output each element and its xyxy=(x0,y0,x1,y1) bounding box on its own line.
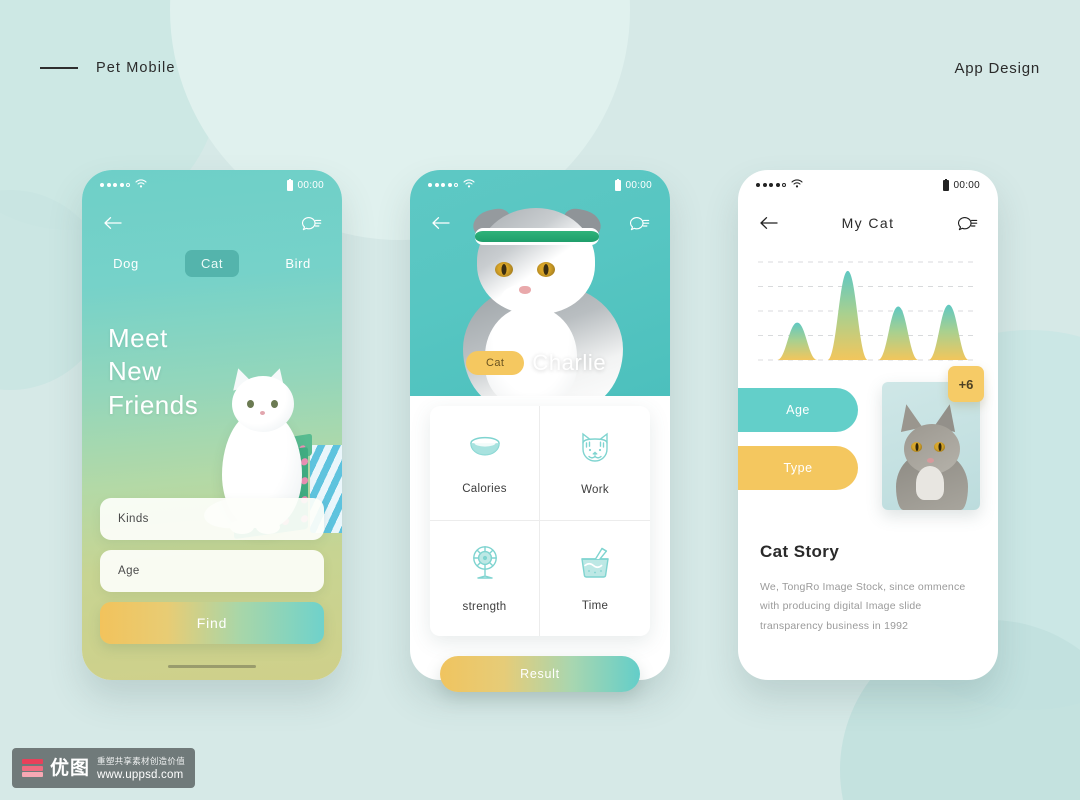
chat-icon[interactable] xyxy=(956,211,980,235)
phone-screen-3: 00:00 My Cat Age Type +6 Cat Story We, T… xyxy=(738,170,998,680)
screen2-navbar xyxy=(410,206,670,240)
pet-type-badge[interactable]: Cat xyxy=(466,351,525,375)
watermark-slogan: 重塑共享素材创造价值 xyxy=(97,756,186,766)
hero-line-2: New xyxy=(108,356,162,387)
page-title: Pet Mobile xyxy=(96,60,176,76)
chat-icon[interactable] xyxy=(300,211,324,235)
signal-icon xyxy=(756,183,786,187)
signal-icon xyxy=(100,183,130,187)
watermark-url: www.uppsd.com xyxy=(97,769,184,781)
uppsd-logo-icon xyxy=(22,759,43,777)
food-bowl-icon xyxy=(465,432,505,469)
status-time: 00:00 xyxy=(297,179,324,191)
hero-line-1: Meet xyxy=(108,323,168,353)
screen3-navbar: My Cat xyxy=(738,206,998,240)
tab-bird[interactable]: Bird xyxy=(269,250,327,277)
tab-dog[interactable]: Dog xyxy=(97,250,155,277)
battery-icon xyxy=(287,178,294,191)
dash-icon xyxy=(40,67,78,69)
watermark-logo-text: 优图 xyxy=(50,757,91,779)
chart-peak xyxy=(827,270,868,360)
pet-type-tabs: Dog Cat Bird xyxy=(82,250,342,277)
back-button[interactable] xyxy=(100,211,124,235)
wifi-icon xyxy=(135,179,147,191)
find-button[interactable]: Find xyxy=(100,602,324,644)
activity-chart xyxy=(752,256,984,372)
tag-type[interactable]: Type xyxy=(738,446,858,490)
chart-peak xyxy=(878,306,919,360)
battery-icon xyxy=(615,178,622,191)
pet-name-row: Cat Charlie xyxy=(410,350,670,376)
chat-icon[interactable] xyxy=(628,211,652,235)
pet-name: Charlie xyxy=(532,350,607,375)
status-bar: 00:00 xyxy=(82,170,342,200)
brand: Pet Mobile xyxy=(40,60,176,76)
phone-screen-2: 00:00 Cat Charlie Calories Work strength… xyxy=(410,170,670,692)
page-header: Pet Mobile App Design xyxy=(40,52,1040,84)
screen-title: My Cat xyxy=(841,215,895,231)
chart-peak xyxy=(777,322,818,360)
tag-age[interactable]: Age xyxy=(738,388,858,432)
watermark: 优图 重塑共享素材创造价值 www.uppsd.com xyxy=(12,748,196,788)
photo-count-badge[interactable]: +6 xyxy=(948,366,984,402)
phone-screen-1: 00:00 Dog Cat Bird Meet New Friends Kind… xyxy=(82,170,342,680)
phone-mockups: 00:00 Dog Cat Bird Meet New Friends Kind… xyxy=(0,170,1080,692)
status-time: 00:00 xyxy=(953,179,980,191)
wifi-icon xyxy=(791,179,803,191)
screen1-navbar xyxy=(82,206,342,240)
stat-calories[interactable]: Calories xyxy=(430,406,540,521)
cat-face-icon xyxy=(575,431,615,470)
status-bar: 00:00 xyxy=(410,170,670,200)
kinds-input[interactable]: Kinds xyxy=(100,498,324,540)
status-time: 00:00 xyxy=(625,179,652,191)
back-button[interactable] xyxy=(428,211,452,235)
age-input[interactable]: Age xyxy=(100,550,324,592)
stat-label: Work xyxy=(581,483,609,496)
tabby-cat-photo xyxy=(886,398,976,510)
litter-scoop-icon xyxy=(575,545,615,586)
filter-tags: Age Type xyxy=(738,388,858,504)
chart-peaks xyxy=(777,270,969,360)
stat-label: Time xyxy=(581,600,609,612)
home-indicator xyxy=(168,664,256,668)
stat-work[interactable]: Work xyxy=(540,406,650,521)
back-button[interactable] xyxy=(756,211,780,235)
wifi-icon xyxy=(463,179,475,191)
result-button[interactable]: Result xyxy=(440,656,640,692)
hero-headline: Meet New Friends xyxy=(108,322,198,422)
stats-card: Calories Work strength Time xyxy=(430,406,650,636)
stat-label: Calories xyxy=(462,482,507,495)
header-category-label: App Design xyxy=(954,59,1040,77)
stat-label: strength xyxy=(462,601,507,613)
chart-peak xyxy=(928,304,969,360)
story-body: We, TongRo Image Stock, since ommence wi… xyxy=(760,581,966,632)
stat-time[interactable]: Time xyxy=(540,521,650,636)
signal-icon xyxy=(428,183,458,187)
story-title: Cat Story xyxy=(760,542,840,561)
chart-svg xyxy=(758,261,978,361)
battery-icon xyxy=(943,178,950,191)
hero-line-3: Friends xyxy=(108,389,199,420)
stat-strength[interactable]: strength xyxy=(430,521,540,636)
hamster-wheel-icon xyxy=(466,544,504,587)
tab-cat[interactable]: Cat xyxy=(185,250,240,277)
status-bar: 00:00 xyxy=(738,170,998,200)
